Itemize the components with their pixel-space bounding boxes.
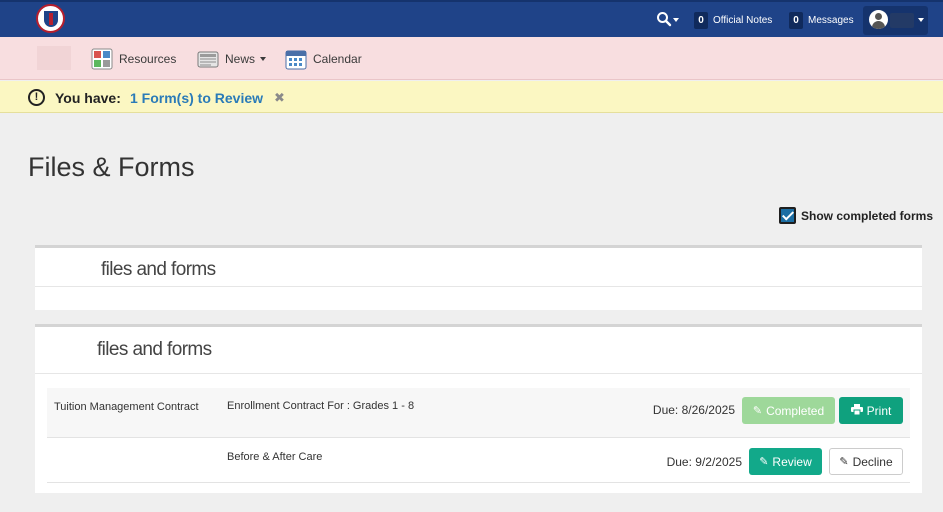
nav-item-calendar[interactable]: Calendar [285, 47, 362, 71]
news-icon [197, 48, 219, 70]
show-completed-label: Show completed forms [801, 208, 934, 223]
forms-section-panel: files and forms [35, 245, 922, 310]
nav-bar: Resources News Calendar [0, 37, 943, 80]
official-notes-link[interactable]: Official Notes [713, 13, 772, 28]
form-due-date: Due: 8/26/2025 [652, 403, 735, 417]
exclamation-icon: ! [28, 89, 45, 106]
official-notes-count: 0 [694, 12, 708, 29]
show-completed-checkbox[interactable] [779, 207, 796, 224]
completed-button[interactable]: ✎ Completed [742, 397, 835, 424]
nav-item-label: Resources [119, 52, 177, 66]
pencil-icon: ✎ [752, 405, 763, 417]
form-category: Tuition Management Contract [54, 401, 199, 413]
chevron-down-icon [260, 57, 267, 61]
resources-icon [91, 48, 113, 70]
section-heading: files and forms [101, 259, 216, 280]
alert-prefix: You have: [55, 90, 121, 106]
messages-link[interactable]: Messages [808, 13, 854, 28]
print-button-label: Print [866, 403, 892, 418]
close-icon[interactable]: ✖ [274, 90, 285, 106]
search-caret-icon[interactable] [673, 18, 679, 22]
nav-home-placeholder[interactable] [37, 46, 71, 70]
printer-icon [850, 403, 863, 418]
form-title: Enrollment Contract For : Grades 1 - 8 [227, 400, 415, 412]
forms-alert-bar: ! You have: 1 Form(s) to Review ✖ [0, 81, 943, 113]
form-row: Before & After Care Due: 9/2/2025 ✎ Revi… [47, 438, 910, 483]
nav-item-label: News [225, 52, 256, 66]
calendar-icon [285, 48, 307, 70]
page-title: Files & Forms [28, 152, 195, 182]
review-button[interactable]: ✎ Review [749, 448, 822, 475]
nav-item-news[interactable]: News [197, 47, 267, 71]
top-bar: 0 Official Notes 0 Messages [0, 0, 943, 37]
pencil-icon: ✎ [839, 456, 849, 468]
forms-to-review-link[interactable]: 1 Form(s) to Review [130, 90, 263, 106]
print-button[interactable]: Print [839, 397, 903, 424]
decline-button[interactable]: ✎ Decline [829, 448, 903, 475]
forms-section-panel: files and forms Tuition Management Contr… [35, 324, 922, 493]
section-divider [35, 373, 922, 374]
messages-count: 0 [789, 12, 803, 29]
form-due-date: Due: 9/2/2025 [666, 455, 742, 469]
user-menu-caret-icon [918, 18, 924, 22]
form-title: Before & After Care [227, 451, 323, 463]
avatar [869, 10, 888, 29]
pencil-icon: ✎ [759, 456, 769, 468]
decline-button-label: Decline [852, 454, 893, 469]
user-name-redacted [890, 13, 914, 28]
form-row: Tuition Management Contract Enrollment C… [47, 388, 910, 438]
show-completed-toggle[interactable]: Show completed forms [779, 207, 933, 224]
nav-item-label: Calendar [313, 52, 362, 66]
section-divider [35, 286, 922, 287]
review-button-label: Review [772, 454, 812, 469]
section-heading: files and forms [97, 339, 212, 360]
school-logo[interactable] [36, 4, 65, 33]
completed-button-label: Completed [766, 403, 825, 418]
nav-item-resources[interactable]: Resources [91, 47, 176, 71]
user-menu[interactable] [863, 6, 928, 35]
